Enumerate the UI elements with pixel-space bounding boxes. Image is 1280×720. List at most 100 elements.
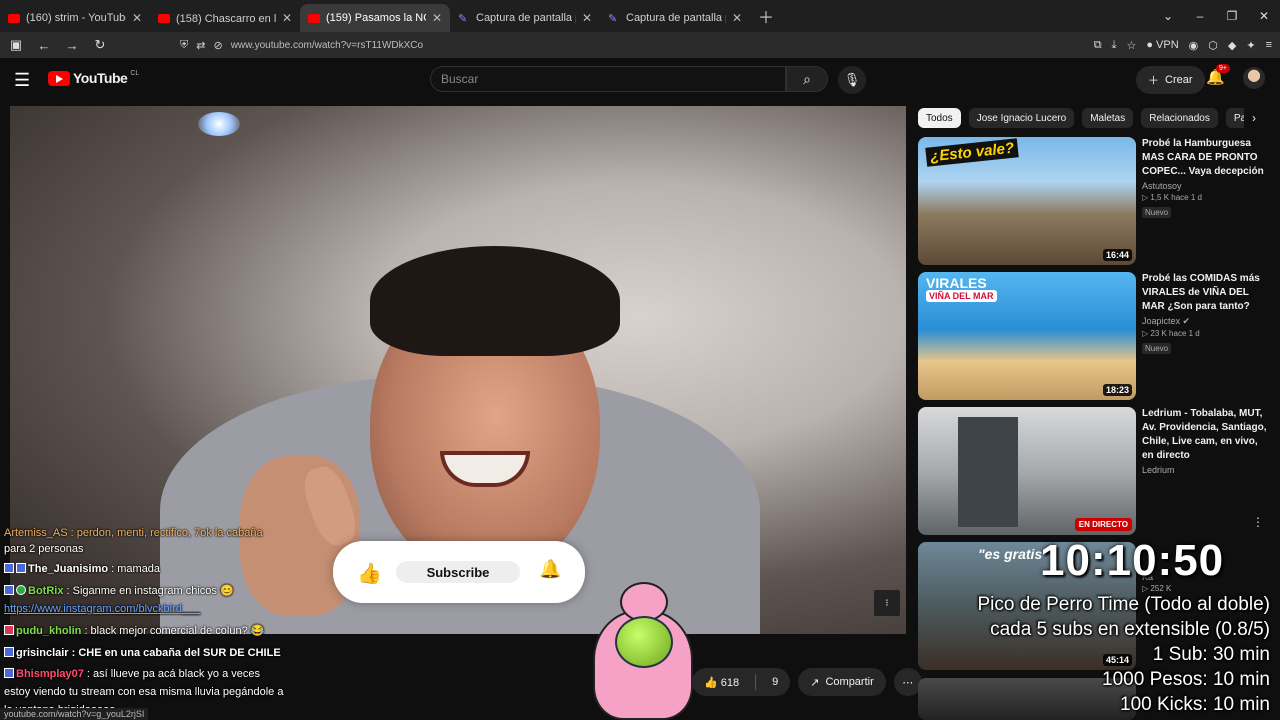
chat-line: estoy viendo tu stream con esa misma llu… — [4, 686, 284, 698]
video-title[interactable]: Ledrium - Tobalaba, MUT, Av. Providencia… — [1142, 407, 1270, 463]
profile-icon[interactable]: ◉ — [1189, 39, 1199, 52]
browser-tab[interactable]: (158) Chascarro en las noticias 😂 ✕ — [150, 4, 300, 32]
chip-maletas[interactable]: Maletas — [1082, 108, 1134, 128]
url-field[interactable]: ⛨ ⇄ ⊘ www.youtube.com/watch?v=rsT11WDkXC… — [180, 35, 1000, 55]
chat-username: grisinclair — [16, 647, 69, 659]
close-tab-icon[interactable]: ✕ — [582, 11, 592, 25]
video-title[interactable]: Probé la Hamburguesa MAS CARA DE PRONTO … — [1142, 137, 1270, 179]
more-options-icon[interactable]: ⋮ — [1252, 515, 1264, 529]
ceiling-light — [198, 112, 240, 136]
voice-search-button[interactable]: 🎙 — [838, 66, 866, 94]
like-count: 618 — [720, 676, 740, 689]
new-badge: Nuevo — [1142, 207, 1172, 218]
video-thumbnail[interactable]: EN DIRECTO — [918, 407, 1136, 535]
new-badge: Nuevo — [1142, 343, 1172, 354]
recommendation-item[interactable]: ¿Esto vale? 16:44 Probé la Hamburguesa M… — [918, 137, 1268, 267]
share-button[interactable]: ↗ Compartir — [798, 668, 886, 696]
more-icon: ⋯ — [902, 676, 914, 689]
subscribe-button[interactable]: Subscribe — [396, 561, 520, 583]
back-icon[interactable]: ← — [32, 38, 56, 53]
forward-icon[interactable]: → — [60, 38, 84, 53]
screenshot-icon[interactable]: ⧉ — [1094, 39, 1102, 52]
aria-icon[interactable]: ✦ — [1246, 39, 1255, 52]
minimize-icon[interactable]: – — [1184, 9, 1216, 23]
vpn-label: VPN — [1156, 39, 1179, 51]
browser-tab-strip: (160) strim - YouTube ✕ (158) Chascarro … — [0, 0, 1280, 32]
download-icon[interactable]: ⤓ — [1112, 39, 1117, 52]
channel-name[interactable]: Ledrium — [1142, 465, 1270, 475]
chat-line: para 2 personas — [4, 542, 84, 556]
chat-line: BotRix : Siganme en instagram chicos 😊 — [4, 584, 234, 598]
close-tab-icon[interactable]: ✕ — [132, 11, 142, 25]
badge-icon — [4, 625, 14, 635]
share-label: Compartir — [825, 676, 874, 688]
search-input[interactable]: Buscar — [430, 66, 786, 92]
thumbnail-text: VIRALES — [926, 275, 987, 291]
verified-icon — [16, 585, 26, 595]
status-url: youtube.com/watch?v=g_youL2rjSI — [0, 708, 149, 720]
chips-next-icon[interactable]: › — [1244, 108, 1264, 128]
reload-icon[interactable]: ↻ — [88, 37, 112, 53]
close-tab-icon[interactable]: ✕ — [732, 11, 742, 25]
maximize-icon[interactable]: ❐ — [1216, 9, 1248, 23]
browser-tab[interactable]: ✎ Captura de pantalla por Lightshot ✕ — [600, 4, 750, 32]
close-tab-icon[interactable]: ✕ — [432, 11, 442, 25]
browser-tab[interactable]: (160) strim - YouTube ✕ — [0, 4, 150, 32]
recommendation-item[interactable]: VIRALES VIÑA DEL MAR 18:23 Probé las COM… — [918, 272, 1268, 402]
bookmark-icon[interactable]: ☆ — [1127, 39, 1137, 52]
sidebar-toggle-icon[interactable]: ▣ — [4, 37, 28, 53]
hamburger-menu-icon[interactable]: ☰ — [14, 70, 30, 91]
adblock-icon[interactable]: ◆ — [1228, 39, 1236, 52]
notification-badge: 9+ — [1216, 64, 1230, 73]
video-thumbnail[interactable]: VIRALES VIÑA DEL MAR 18:23 — [918, 272, 1136, 400]
notifications-button[interactable]: 🔔 9+ — [1206, 64, 1230, 86]
create-button[interactable]: ＋ Crear — [1136, 66, 1205, 94]
video-meta: Probé la Hamburguesa MAS CARA DE PRONTO … — [1142, 137, 1270, 220]
chat-text: para 2 personas — [4, 543, 84, 555]
chat-link[interactable]: https://www.instagram.com/blvckbird___ — [4, 602, 200, 616]
chip-relacionados[interactable]: Relacionados — [1141, 108, 1218, 128]
extensions-icon[interactable]: ⬡ — [1208, 39, 1218, 52]
tracking-icon[interactable]: ⊘ — [213, 39, 222, 52]
search-button[interactable]: ⌕ — [786, 66, 828, 92]
close-tab-icon[interactable]: ✕ — [282, 11, 292, 25]
browser-tab[interactable]: ✎ Captura de pantalla por Lightshot ✕ — [450, 4, 600, 32]
video-actions: 👍 618 9 ↗ Compartir ⋯ — [692, 668, 922, 696]
logo-text: YouTube — [73, 70, 128, 86]
like-dislike-pill: 👍 618 9 — [692, 668, 791, 696]
window-controls: ⌄ – ❐ ✕ — [1152, 0, 1280, 32]
video-title[interactable]: Probé las COMIDAS más VIRALES de VIÑA DE… — [1142, 272, 1270, 314]
youtube-header: ☰ YouTube CL Buscar ⌕ 🎙 ＋ Crear 🔔 9+ — [0, 58, 1280, 102]
close-window-icon[interactable]: ✕ — [1248, 9, 1280, 23]
vpn-button[interactable]: ● VPN — [1146, 39, 1178, 51]
recommendation-item[interactable]: EN DIRECTO Ledrium - Tobalaba, MUT, Av. … — [918, 407, 1268, 537]
menu-icon[interactable]: ≡ — [1266, 39, 1272, 51]
subathon-line: Pico de Perro Time (Todo al doble) — [977, 594, 1270, 615]
youtube-logo[interactable]: YouTube CL — [48, 70, 139, 86]
filter-chips: Todos Jose Ignacio Lucero Maletas Relaci… — [918, 108, 1266, 128]
live-badge: EN DIRECTO — [1074, 518, 1132, 531]
avatar[interactable] — [1243, 67, 1265, 89]
shield-icon[interactable]: ⛨ — [180, 39, 188, 52]
site-settings-icon[interactable]: ⇄ — [196, 39, 205, 52]
chip-channel[interactable]: Jose Ignacio Lucero — [968, 108, 1075, 128]
mascot-overlay — [585, 580, 701, 720]
chat-line: The_Juanisimo : mamada — [4, 562, 160, 576]
browser-tab-active[interactable]: (159) Pasamos la NOCHE en una ✕ — [300, 4, 450, 32]
video-meta: Ledrium - Tobalaba, MUT, Av. Providencia… — [1142, 407, 1270, 475]
chip-todos[interactable]: Todos — [918, 108, 961, 128]
channel-name[interactable]: Astutosoy — [1142, 181, 1270, 191]
player-overlay-button[interactable]: ⁝ — [874, 590, 900, 616]
comment-count[interactable]: 9 — [772, 676, 778, 688]
new-tab-button[interactable]: ＋ — [758, 4, 774, 28]
chat-line: Bhismplay07 : así llueve pa acá black yo… — [4, 667, 260, 681]
like-button[interactable]: 👍 618 — [704, 676, 739, 689]
stream-clock: 10:10:50 — [1040, 536, 1225, 585]
tab-list-icon[interactable]: ⌄ — [1152, 9, 1184, 23]
video-thumbnail[interactable]: ¿Esto vale? 16:44 — [918, 137, 1136, 265]
create-label: Crear — [1165, 74, 1193, 86]
tab-title: Captura de pantalla por Lightshot — [626, 12, 726, 24]
badge-icon — [4, 585, 14, 595]
stream-chat-overlay: Artemiss_AS : perdon, menti, rectifico, … — [0, 524, 310, 720]
channel-name[interactable]: Joapictex ✔ — [1142, 316, 1270, 327]
